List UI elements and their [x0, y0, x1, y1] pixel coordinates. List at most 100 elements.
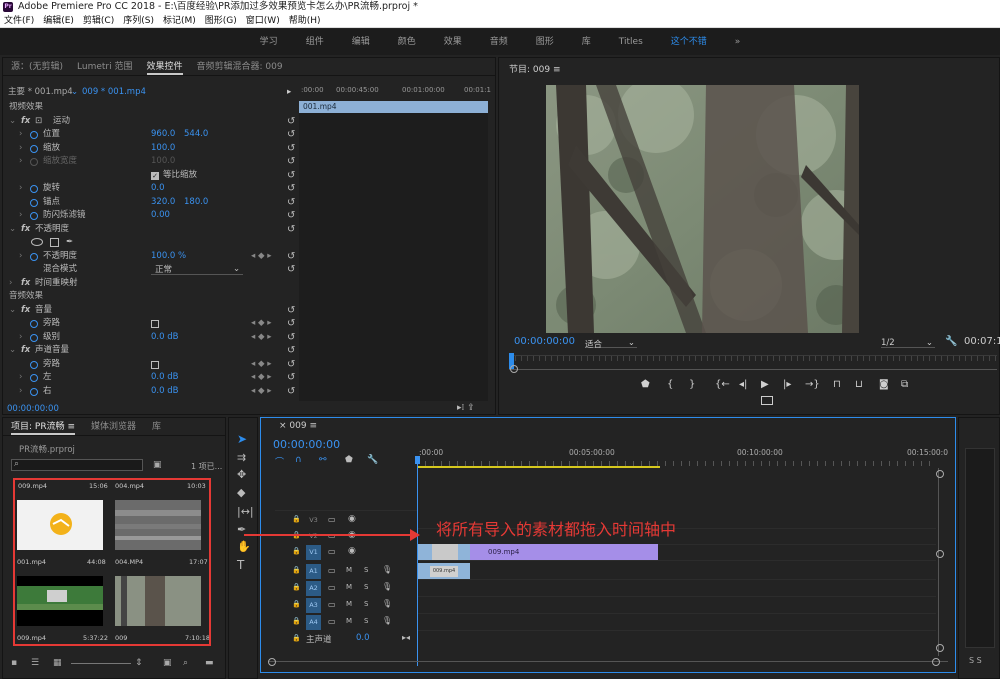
reset-icon[interactable]: ↺	[287, 263, 295, 277]
menu-item[interactable]: 编辑(E)	[43, 14, 74, 27]
track-target[interactable]: A1	[306, 564, 321, 579]
solo-buttons[interactable]: S S	[969, 656, 982, 665]
mark-in-icon[interactable]: {	[667, 379, 673, 390]
track-header-a1[interactable]: 🔒 A1 ▭ M S 🎙	[270, 563, 418, 580]
sync-lock-icon[interactable]: ▭	[328, 617, 336, 626]
tab-lumetri[interactable]: Lumetri 范围	[77, 58, 132, 75]
microphone-icon[interactable]: 🎙	[382, 565, 392, 574]
solo-button[interactable]: S	[364, 566, 368, 574]
reset-icon[interactable]: ↺	[287, 250, 295, 264]
timeline-ruler[interactable]: :00:00 00:05:00:00 00:10:00:00 00:15:00:…	[417, 448, 948, 466]
menu-item[interactable]: 文件(F)	[4, 14, 34, 27]
list-view-icon[interactable]: ☰	[31, 658, 39, 668]
keyframe-nav-icon[interactable]: ◂ ◆ ▸	[251, 250, 271, 264]
program-time-ruler[interactable]	[509, 355, 997, 369]
reset-icon[interactable]: ↺	[287, 115, 295, 129]
ripple-edit-icon[interactable]: ✥	[237, 468, 246, 481]
new-bin-icon[interactable]: ▣	[153, 460, 162, 470]
reset-icon[interactable]: ↺	[287, 196, 295, 210]
menu-item[interactable]: 帮助(H)	[289, 14, 321, 27]
add-marker-icon[interactable]: ⬟	[345, 455, 353, 465]
program-timecode[interactable]: 00:00:00:00	[514, 336, 575, 347]
go-to-in-icon[interactable]: {←	[715, 379, 730, 390]
workspace-tab[interactable]: 学习	[246, 29, 292, 55]
clip-v1-thumb[interactable]	[432, 544, 458, 560]
lock-icon[interactable]: 🔒	[292, 600, 301, 608]
reset-icon[interactable]: ↺	[287, 128, 295, 142]
sync-lock-icon[interactable]: ▭	[328, 566, 336, 575]
lock-icon[interactable]: 🔒	[292, 515, 301, 523]
go-to-end-icon[interactable]: ▸◂	[402, 633, 410, 642]
clip-v1[interactable]: 009.mp4	[418, 544, 658, 560]
stopwatch-icon[interactable]	[30, 198, 38, 207]
eye-icon[interactable]: ◉	[348, 514, 356, 524]
track-header-a2[interactable]: 🔒 A2 ▭ M S 🎙	[270, 580, 418, 597]
reset-icon[interactable]: ↺	[287, 371, 295, 385]
snap-icon[interactable]: ∩	[295, 455, 302, 465]
blend-mode-select[interactable]: 正常	[151, 265, 243, 275]
workspace-tab[interactable]: 组件	[292, 29, 338, 55]
checkbox-checked-icon[interactable]: ✓	[151, 171, 159, 180]
reset-icon[interactable]: ↺	[287, 155, 295, 169]
lock-icon[interactable]: 🔒	[292, 617, 301, 625]
keyframe-nav-icon[interactable]: ◂ ◆ ▸	[251, 371, 271, 385]
stopwatch-icon[interactable]	[30, 360, 38, 369]
keyframe-nav-icon[interactable]: ◂ ◆ ▸	[251, 385, 271, 399]
keyframe-area[interactable]	[299, 113, 488, 401]
sync-lock-icon[interactable]: ▭	[328, 547, 336, 556]
track-target[interactable]: V1	[306, 545, 321, 560]
scroll-handle-bottom[interactable]	[936, 644, 944, 652]
bypass2-checkbox[interactable]	[151, 360, 159, 369]
keyframe-nav-icon[interactable]: ◂ ◆ ▸	[251, 358, 271, 372]
track-header-a3[interactable]: 🔒 A3 ▭ M S 🎙	[270, 597, 418, 614]
workspace-tab[interactable]: 编辑	[338, 29, 384, 55]
workspace-tab[interactable]: Titles	[605, 29, 657, 55]
reset-icon[interactable]: ↺	[287, 223, 295, 237]
track-header-a4[interactable]: 🔒 A4 ▭ M S 🎙	[270, 614, 418, 631]
track-header-v1[interactable]: 🔒 V1 ▭ ◉	[270, 544, 418, 561]
microphone-icon[interactable]: 🎙	[382, 599, 392, 608]
wrench-icon[interactable]: 🔧	[367, 455, 378, 465]
chevron-down-icon[interactable]: ⌄	[233, 263, 240, 277]
stopwatch-icon[interactable]	[30, 374, 38, 382]
camera-icon[interactable]: ◙	[879, 379, 889, 390]
stopwatch-icon[interactable]	[30, 320, 38, 328]
clip-a1[interactable]: 009.mp4	[418, 563, 470, 579]
nest-icon[interactable]: ⌒	[275, 455, 284, 468]
timeline-tab[interactable]: × 009 ≡	[279, 421, 317, 431]
stopwatch-icon[interactable]	[30, 333, 38, 342]
type-tool-icon[interactable]: T	[237, 558, 244, 572]
linked-selection-icon[interactable]: ⚯	[319, 455, 327, 465]
clear-icon[interactable]: ▬	[205, 658, 214, 668]
pen-mask-icon[interactable]: ✒	[66, 236, 73, 250]
sequence-clip-label[interactable]: 009 * 001.mp4	[82, 86, 146, 99]
track-header-v3[interactable]: 🔒 V3 ▭ ◉	[270, 512, 418, 529]
chevron-down-icon[interactable]: ⌄	[71, 86, 78, 99]
track-target[interactable]: A4	[306, 615, 321, 630]
add-marker-icon[interactable]: ⬟	[641, 379, 650, 390]
write-lock-icon[interactable]: ▪	[11, 658, 17, 668]
workspace-tab[interactable]: 库	[568, 29, 605, 55]
reset-icon[interactable]: ↺	[287, 182, 295, 196]
track-target[interactable]: A3	[306, 598, 321, 613]
step-forward-icon[interactable]: |▸	[783, 379, 791, 390]
microphone-icon[interactable]: 🎙	[382, 582, 392, 591]
selection-tool-icon[interactable]: ➤	[237, 432, 247, 446]
sync-lock-icon[interactable]: ▭	[328, 515, 336, 524]
reset-icon[interactable]: ↺	[287, 142, 295, 156]
ellipse-mask-icon[interactable]	[31, 238, 43, 246]
motion-transform-icon[interactable]: ⊡	[35, 115, 42, 129]
tab-audio-mixer[interactable]: 音频剪辑混合器: 009	[197, 58, 283, 75]
workspace-tab[interactable]: 图形	[522, 29, 568, 55]
track-target[interactable]: A2	[306, 581, 321, 596]
solo-button[interactable]: S	[364, 600, 368, 608]
stopwatch-icon[interactable]	[30, 252, 38, 261]
extract-icon[interactable]: ⊔	[855, 379, 863, 390]
tab-media-browser[interactable]: 媒体浏览器	[91, 418, 136, 435]
workspace-tab[interactable]: 音频	[476, 29, 522, 55]
workspace-tab[interactable]: 颜色	[384, 29, 430, 55]
workspace-tab[interactable]: »	[721, 29, 755, 55]
project-search-input[interactable]: ⌕	[11, 459, 143, 471]
menu-item[interactable]: 剪辑(C)	[83, 14, 114, 27]
work-area-bar[interactable]	[417, 466, 660, 468]
